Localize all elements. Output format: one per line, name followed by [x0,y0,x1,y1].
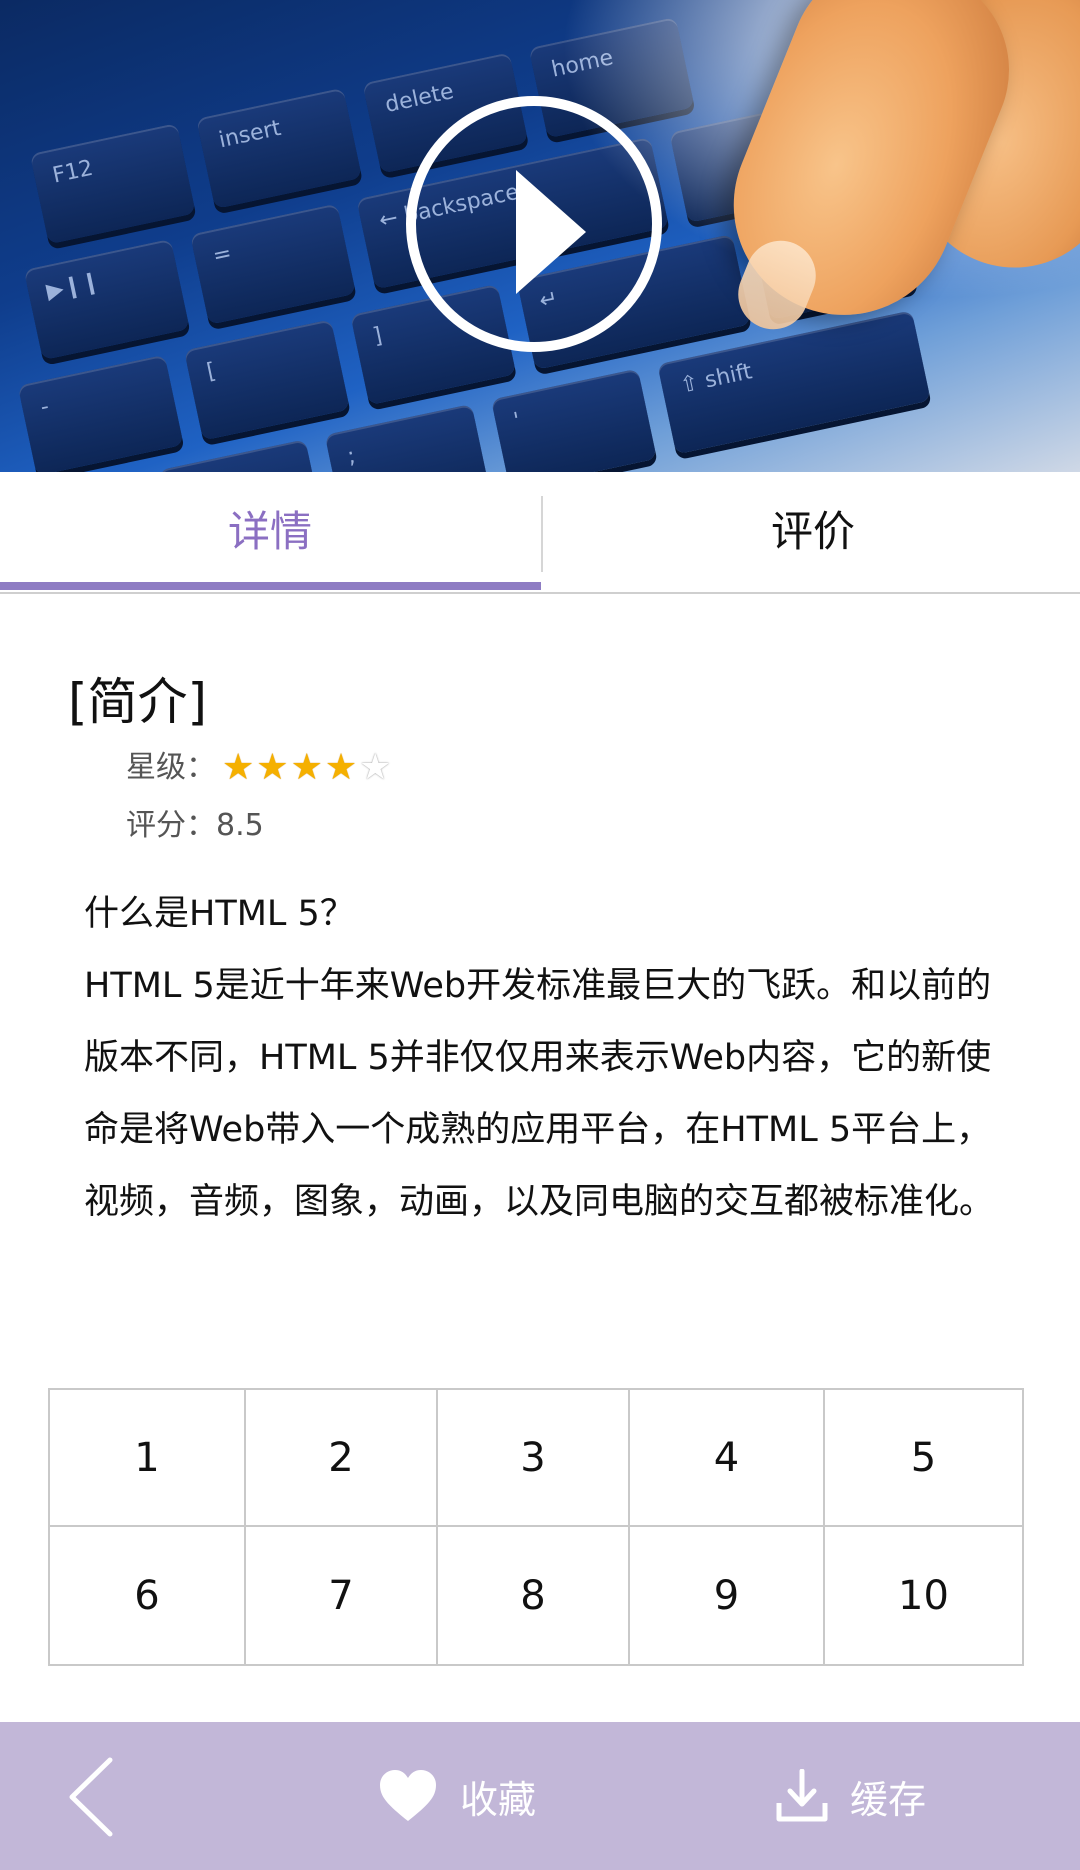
stars-label: 星级： [126,750,216,785]
episode-item[interactable]: 1 [50,1390,246,1527]
episode-item[interactable]: 8 [438,1527,630,1664]
heart-icon [380,1770,436,1821]
episode-grid: 1 2 3 4 5 6 7 8 9 10 [48,1388,1024,1666]
cache-label: 缓存 [850,1777,927,1822]
star-filled-icon: ★ [290,747,323,788]
star-outline-icon: ★ [359,747,392,788]
star-filled-icon: ★ [222,747,255,788]
tab-detail[interactable]: 详情 [0,472,540,592]
score-label: 评分： [126,808,216,843]
episode-item[interactable]: 7 [246,1527,438,1664]
star-rating-row: 星级： ★★★★★ [126,742,393,787]
back-button[interactable] [60,1752,140,1842]
intro-title: [简介] [68,673,208,731]
episode-item[interactable]: 3 [438,1390,630,1527]
video-player[interactable]: F12 insert delete home ▶❙❙ = ← backspace… [0,0,1080,472]
description-question: 什么是HTML 5？ [84,894,355,934]
cache-button[interactable]: 缓存 [776,1722,926,1870]
video-detail-page: F12 insert delete home ▶❙❙ = ← backspace… [0,0,1080,1870]
episode-item[interactable]: 2 [246,1390,438,1527]
chevron-left-icon [69,1757,113,1837]
episode-item[interactable]: 5 [825,1390,1022,1527]
star-filled-icon: ★ [324,747,358,788]
bottom-action-bar: 收藏 缓存 [0,1722,1080,1870]
star-rating: ★★★★★ [222,750,393,787]
episode-item[interactable]: 10 [825,1527,1022,1664]
score-row: 评分：8.5 [126,800,264,844]
download-icon [776,1769,828,1822]
play-icon [516,170,586,294]
episode-item[interactable]: 9 [630,1527,825,1664]
episode-item[interactable]: 4 [630,1390,825,1527]
tab-bar: 详情 评价 [0,472,1080,594]
description: 什么是HTML 5？ HTML 5是近十年来Web开发标准最巨大的飞跃。和以前的… [84,878,1004,1238]
score-value: 8.5 [216,808,264,843]
description-body: HTML 5是近十年来Web开发标准最巨大的飞跃。和以前的版本不同，HTML 5… [84,966,995,1222]
favorite-button[interactable]: 收藏 [378,1722,536,1870]
active-tab-indicator [0,582,541,590]
episode-item[interactable]: 6 [50,1527,246,1664]
favorite-label: 收藏 [460,1777,537,1822]
star-filled-icon: ★ [256,747,289,788]
play-button[interactable] [406,96,662,352]
tab-review[interactable]: 评价 [543,472,1080,592]
